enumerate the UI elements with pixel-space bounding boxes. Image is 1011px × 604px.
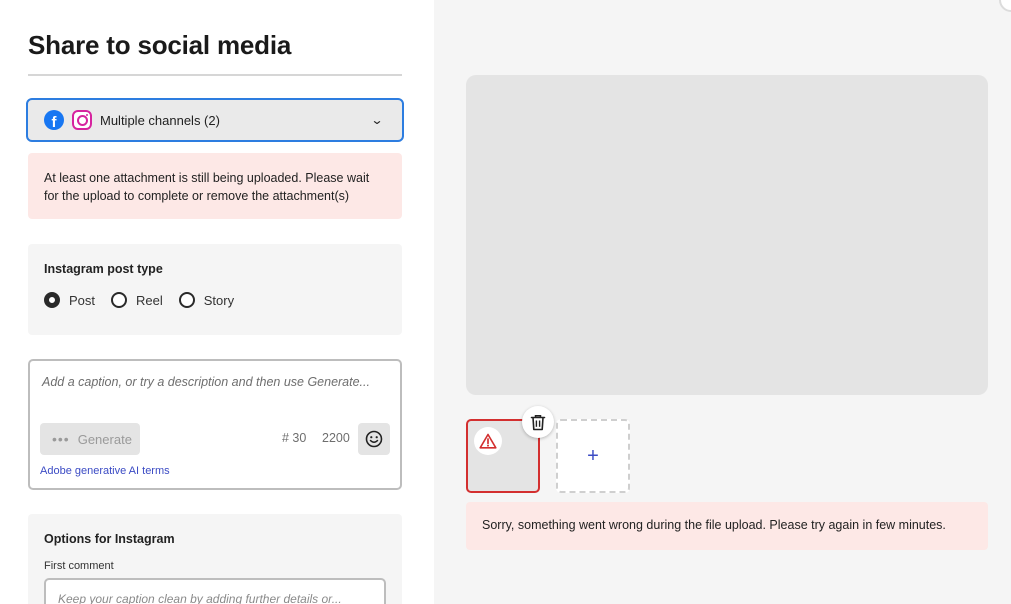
trash-icon bbox=[530, 414, 546, 430]
channel-select-label: Multiple channels (2) bbox=[100, 112, 220, 128]
post-type-radio-group: Post Reel Story bbox=[44, 292, 386, 308]
caption-placeholder[interactable]: Add a caption, or try a description and … bbox=[42, 375, 370, 389]
radio-story-label: Story bbox=[203, 292, 235, 308]
radio-story-indicator[interactable] bbox=[178, 292, 195, 308]
smiley-icon bbox=[365, 430, 383, 448]
chevron-down-icon: ⌄ bbox=[370, 113, 384, 127]
radio-story[interactable]: Story bbox=[178, 292, 235, 308]
channel-select[interactable]: f Multiple channels (2) ⌄ bbox=[26, 98, 404, 142]
first-comment-field[interactable]: Keep your caption clean by adding furthe… bbox=[44, 578, 386, 604]
generate-button[interactable]: ••• Generate bbox=[40, 423, 140, 455]
radio-reel-indicator[interactable] bbox=[111, 292, 128, 308]
upload-warning-line-1: At least one attachment is still being u… bbox=[44, 171, 370, 185]
upload-warning-line-2: for the upload to complete or remove the… bbox=[44, 189, 350, 203]
page-title: Share to social media bbox=[28, 30, 292, 60]
panel-corner-control[interactable] bbox=[999, 0, 1011, 12]
share-panel: Share to social media f Multiple channel… bbox=[0, 0, 434, 604]
delete-attachment-button[interactable] bbox=[522, 406, 554, 438]
facebook-icon: f bbox=[44, 110, 64, 130]
media-preview bbox=[466, 75, 988, 395]
radio-reel[interactable]: Reel bbox=[111, 292, 163, 308]
instagram-post-type-section: Instagram post type Post Reel Story bbox=[28, 244, 402, 335]
options-heading: Options for Instagram bbox=[44, 532, 175, 546]
upload-warning: At least one attachment is still being u… bbox=[28, 153, 402, 219]
radio-post[interactable]: Post bbox=[44, 292, 95, 308]
emoji-button[interactable] bbox=[358, 423, 390, 455]
first-comment-label: First comment bbox=[44, 560, 114, 572]
radio-post-indicator[interactable] bbox=[44, 292, 60, 308]
ai-terms-link[interactable]: Adobe generative AI terms bbox=[40, 465, 170, 477]
warning-icon bbox=[474, 427, 502, 455]
add-attachment-button[interactable]: + bbox=[556, 419, 630, 493]
character-count: 2200 bbox=[322, 431, 350, 445]
post-type-heading: Instagram post type bbox=[44, 262, 163, 276]
generate-button-label: Generate bbox=[77, 431, 132, 447]
instagram-icon bbox=[72, 110, 92, 130]
radio-post-label: Post bbox=[69, 292, 96, 308]
instagram-options-section: Options for Instagram First comment Keep… bbox=[28, 514, 402, 604]
loading-dots-icon: ••• bbox=[52, 431, 70, 447]
hashtag-count: # 30 bbox=[282, 431, 307, 445]
title-divider bbox=[28, 74, 402, 76]
caption-input[interactable]: Add a caption, or try a description and … bbox=[28, 359, 402, 490]
plus-icon: + bbox=[587, 444, 599, 467]
preview-panel: + Sorry, something went wrong during the… bbox=[434, 0, 1011, 604]
upload-error-message: Sorry, something went wrong during the f… bbox=[466, 502, 988, 550]
radio-reel-label: Reel bbox=[136, 292, 163, 308]
